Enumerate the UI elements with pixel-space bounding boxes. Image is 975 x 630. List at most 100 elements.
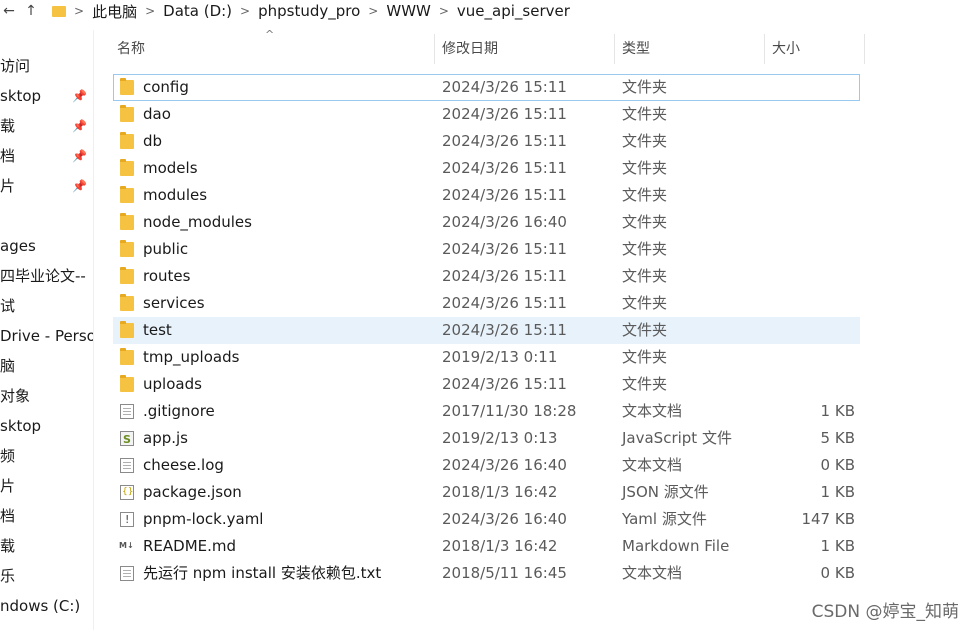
pin-icon[interactable]: 📌 [72, 172, 87, 200]
file-row[interactable]: README.md 2018/1/3 16:42 Markdown File 1 KB [113, 532, 860, 560]
breadcrumb-item[interactable]: 此电脑 [86, 1, 143, 22]
file-type: 文件夹 [622, 321, 668, 339]
file-date: 2024/3/26 15:11 [442, 159, 567, 177]
file-size: 5 KB [820, 429, 855, 447]
nav-item[interactable]: Drive - Perso [0, 322, 93, 350]
nav-item-label: 对象 [0, 387, 31, 405]
file-row[interactable]: test 2024/3/26 15:11 文件夹 [113, 317, 860, 344]
file-name: tmp_uploads [143, 348, 240, 366]
nav-item[interactable]: 试 [0, 292, 93, 320]
column-resize-handle[interactable] [864, 34, 865, 64]
chevron-right-icon[interactable]: > [366, 4, 380, 18]
file-name: test [143, 321, 172, 339]
file-row[interactable]: app.js 2019/2/13 0:13 JavaScript 文件 5 KB [113, 425, 860, 453]
nav-item-label: 脑 [0, 357, 16, 375]
file-row[interactable]: 先运行 npm install 安装依赖包.txt 2018/5/11 16:45… [113, 560, 860, 587]
file-type: 文本文档 [622, 564, 683, 582]
column-header-size[interactable]: 大小 [772, 34, 862, 64]
file-type: 文件夹 [622, 186, 668, 204]
file-row[interactable]: cheese.log 2024/3/26 16:40 文本文档 0 KB [113, 452, 860, 479]
nav-item[interactable]: 档 [0, 502, 93, 530]
nav-item[interactable]: 访问 [0, 52, 93, 80]
chevron-right-icon[interactable]: > [437, 4, 451, 18]
file-row[interactable]: pnpm-lock.yaml 2024/3/26 16:40 Yaml 源文件 147… [113, 506, 860, 533]
file-row[interactable]: modules 2024/3/26 15:11 文件夹 [113, 182, 860, 209]
nav-item[interactable]: ages [0, 232, 93, 260]
markdown-file-icon [119, 532, 134, 559]
nav-item-label: 载 [0, 537, 16, 555]
nav-item[interactable]: 档 📌 [0, 142, 93, 170]
file-row[interactable]: uploads 2024/3/26 15:11 文件夹 [113, 371, 860, 398]
folder-icon [120, 321, 134, 338]
file-type: 文件夹 [622, 294, 668, 312]
file-date: 2024/3/26 15:11 [442, 321, 567, 339]
file-row[interactable]: .gitignore 2017/11/30 18:28 文本文档 1 KB [113, 398, 860, 425]
file-row[interactable]: node_modules 2024/3/26 16:40 文件夹 [113, 209, 860, 236]
up-arrow-icon[interactable]: ↑ [22, 3, 40, 19]
file-date: 2018/1/3 16:42 [442, 483, 558, 501]
breadcrumb-item[interactable]: Data (D:) [157, 2, 238, 20]
chevron-right-icon[interactable]: > [238, 4, 252, 18]
file-row[interactable]: routes 2024/3/26 15:11 文件夹 [113, 263, 860, 290]
file-type: 文件夹 [622, 78, 668, 96]
back-arrow-icon[interactable]: ← [0, 3, 18, 19]
text-file-icon [120, 458, 134, 473]
nav-item[interactable]: ndows (C:) [0, 592, 93, 620]
pane-divider[interactable] [93, 30, 94, 630]
nav-item-label: 片 [0, 177, 16, 195]
folder-icon [52, 5, 66, 17]
file-row[interactable]: package.json 2018/1/3 16:42 JSON 源文件 1 KB [113, 479, 860, 506]
nav-item[interactable]: 脑 [0, 352, 93, 380]
nav-item-label: 档 [0, 507, 16, 525]
breadcrumb: > 此电脑 > Data (D:) > phpstudy_pro > WWW > vue_api_… [52, 1, 576, 22]
file-date: 2019/2/13 0:11 [442, 348, 558, 366]
javascript-file-icon [120, 426, 134, 453]
nav-item[interactable]: 片 [0, 472, 93, 500]
file-row[interactable]: public 2024/3/26 15:11 文件夹 [113, 236, 860, 263]
nav-item[interactable]: 载 [0, 532, 93, 560]
chevron-right-icon[interactable]: > [143, 4, 157, 18]
file-date: 2024/3/26 15:11 [442, 132, 567, 150]
file-name: dao [143, 105, 171, 123]
column-header-type[interactable]: 类型 [622, 34, 762, 64]
nav-item[interactable]: 片 📌 [0, 172, 93, 200]
nav-item[interactable]: 四毕业论文-- [0, 262, 93, 290]
file-row[interactable]: dao 2024/3/26 15:11 文件夹 [113, 101, 860, 128]
file-row[interactable]: db 2024/3/26 15:11 文件夹 [113, 128, 860, 155]
nav-item[interactable]: 对象 [0, 382, 93, 410]
file-row[interactable]: models 2024/3/26 15:11 文件夹 [113, 155, 860, 182]
nav-item-label: sktop [0, 417, 42, 435]
folder-icon [120, 78, 134, 95]
nav-item-label: 访问 [0, 57, 31, 75]
nav-item[interactable]: sktop 📌 [0, 82, 93, 110]
navigation-pane: 访问 sktop 📌 载 📌 档 📌 片 📌 ages 四毕业论文-- 试 Drive - Perso 脑… [0, 52, 93, 630]
file-name: db [143, 132, 163, 150]
file-size: 1 KB [820, 483, 855, 501]
file-row[interactable]: services 2024/3/26 15:11 文件夹 [113, 290, 860, 317]
breadcrumb-item[interactable]: WWW [380, 2, 437, 20]
folder-icon [120, 240, 134, 257]
nav-item[interactable]: 频 [0, 442, 93, 470]
breadcrumb-item[interactable]: vue_api_server [451, 2, 576, 20]
nav-item[interactable]: 载 📌 [0, 112, 93, 140]
nav-item[interactable] [0, 202, 93, 230]
file-row[interactable]: tmp_uploads 2019/2/13 0:11 文件夹 [113, 344, 860, 371]
folder-icon [120, 294, 134, 311]
file-date: 2024/3/26 15:11 [442, 375, 567, 393]
column-resize-handle[interactable] [614, 34, 615, 64]
column-header-date[interactable]: 修改日期 [442, 34, 612, 64]
nav-item[interactable]: 乐 [0, 562, 93, 590]
pin-icon[interactable]: 📌 [72, 82, 87, 110]
column-header-name[interactable]: 名称 [117, 34, 433, 64]
pin-icon[interactable]: 📌 [72, 142, 87, 170]
column-resize-handle[interactable] [764, 34, 765, 64]
column-header-type-label: 类型 [622, 41, 650, 57]
chevron-right-icon[interactable]: > [72, 4, 86, 18]
nav-item[interactable]: sktop [0, 412, 93, 440]
column-resize-handle[interactable] [434, 34, 435, 64]
file-name: node_modules [143, 213, 252, 231]
file-row[interactable]: config 2024/3/26 15:11 文件夹 [113, 74, 860, 101]
breadcrumb-item[interactable]: phpstudy_pro [252, 2, 366, 20]
folder-icon [120, 375, 134, 392]
pin-icon[interactable]: 📌 [72, 112, 87, 140]
